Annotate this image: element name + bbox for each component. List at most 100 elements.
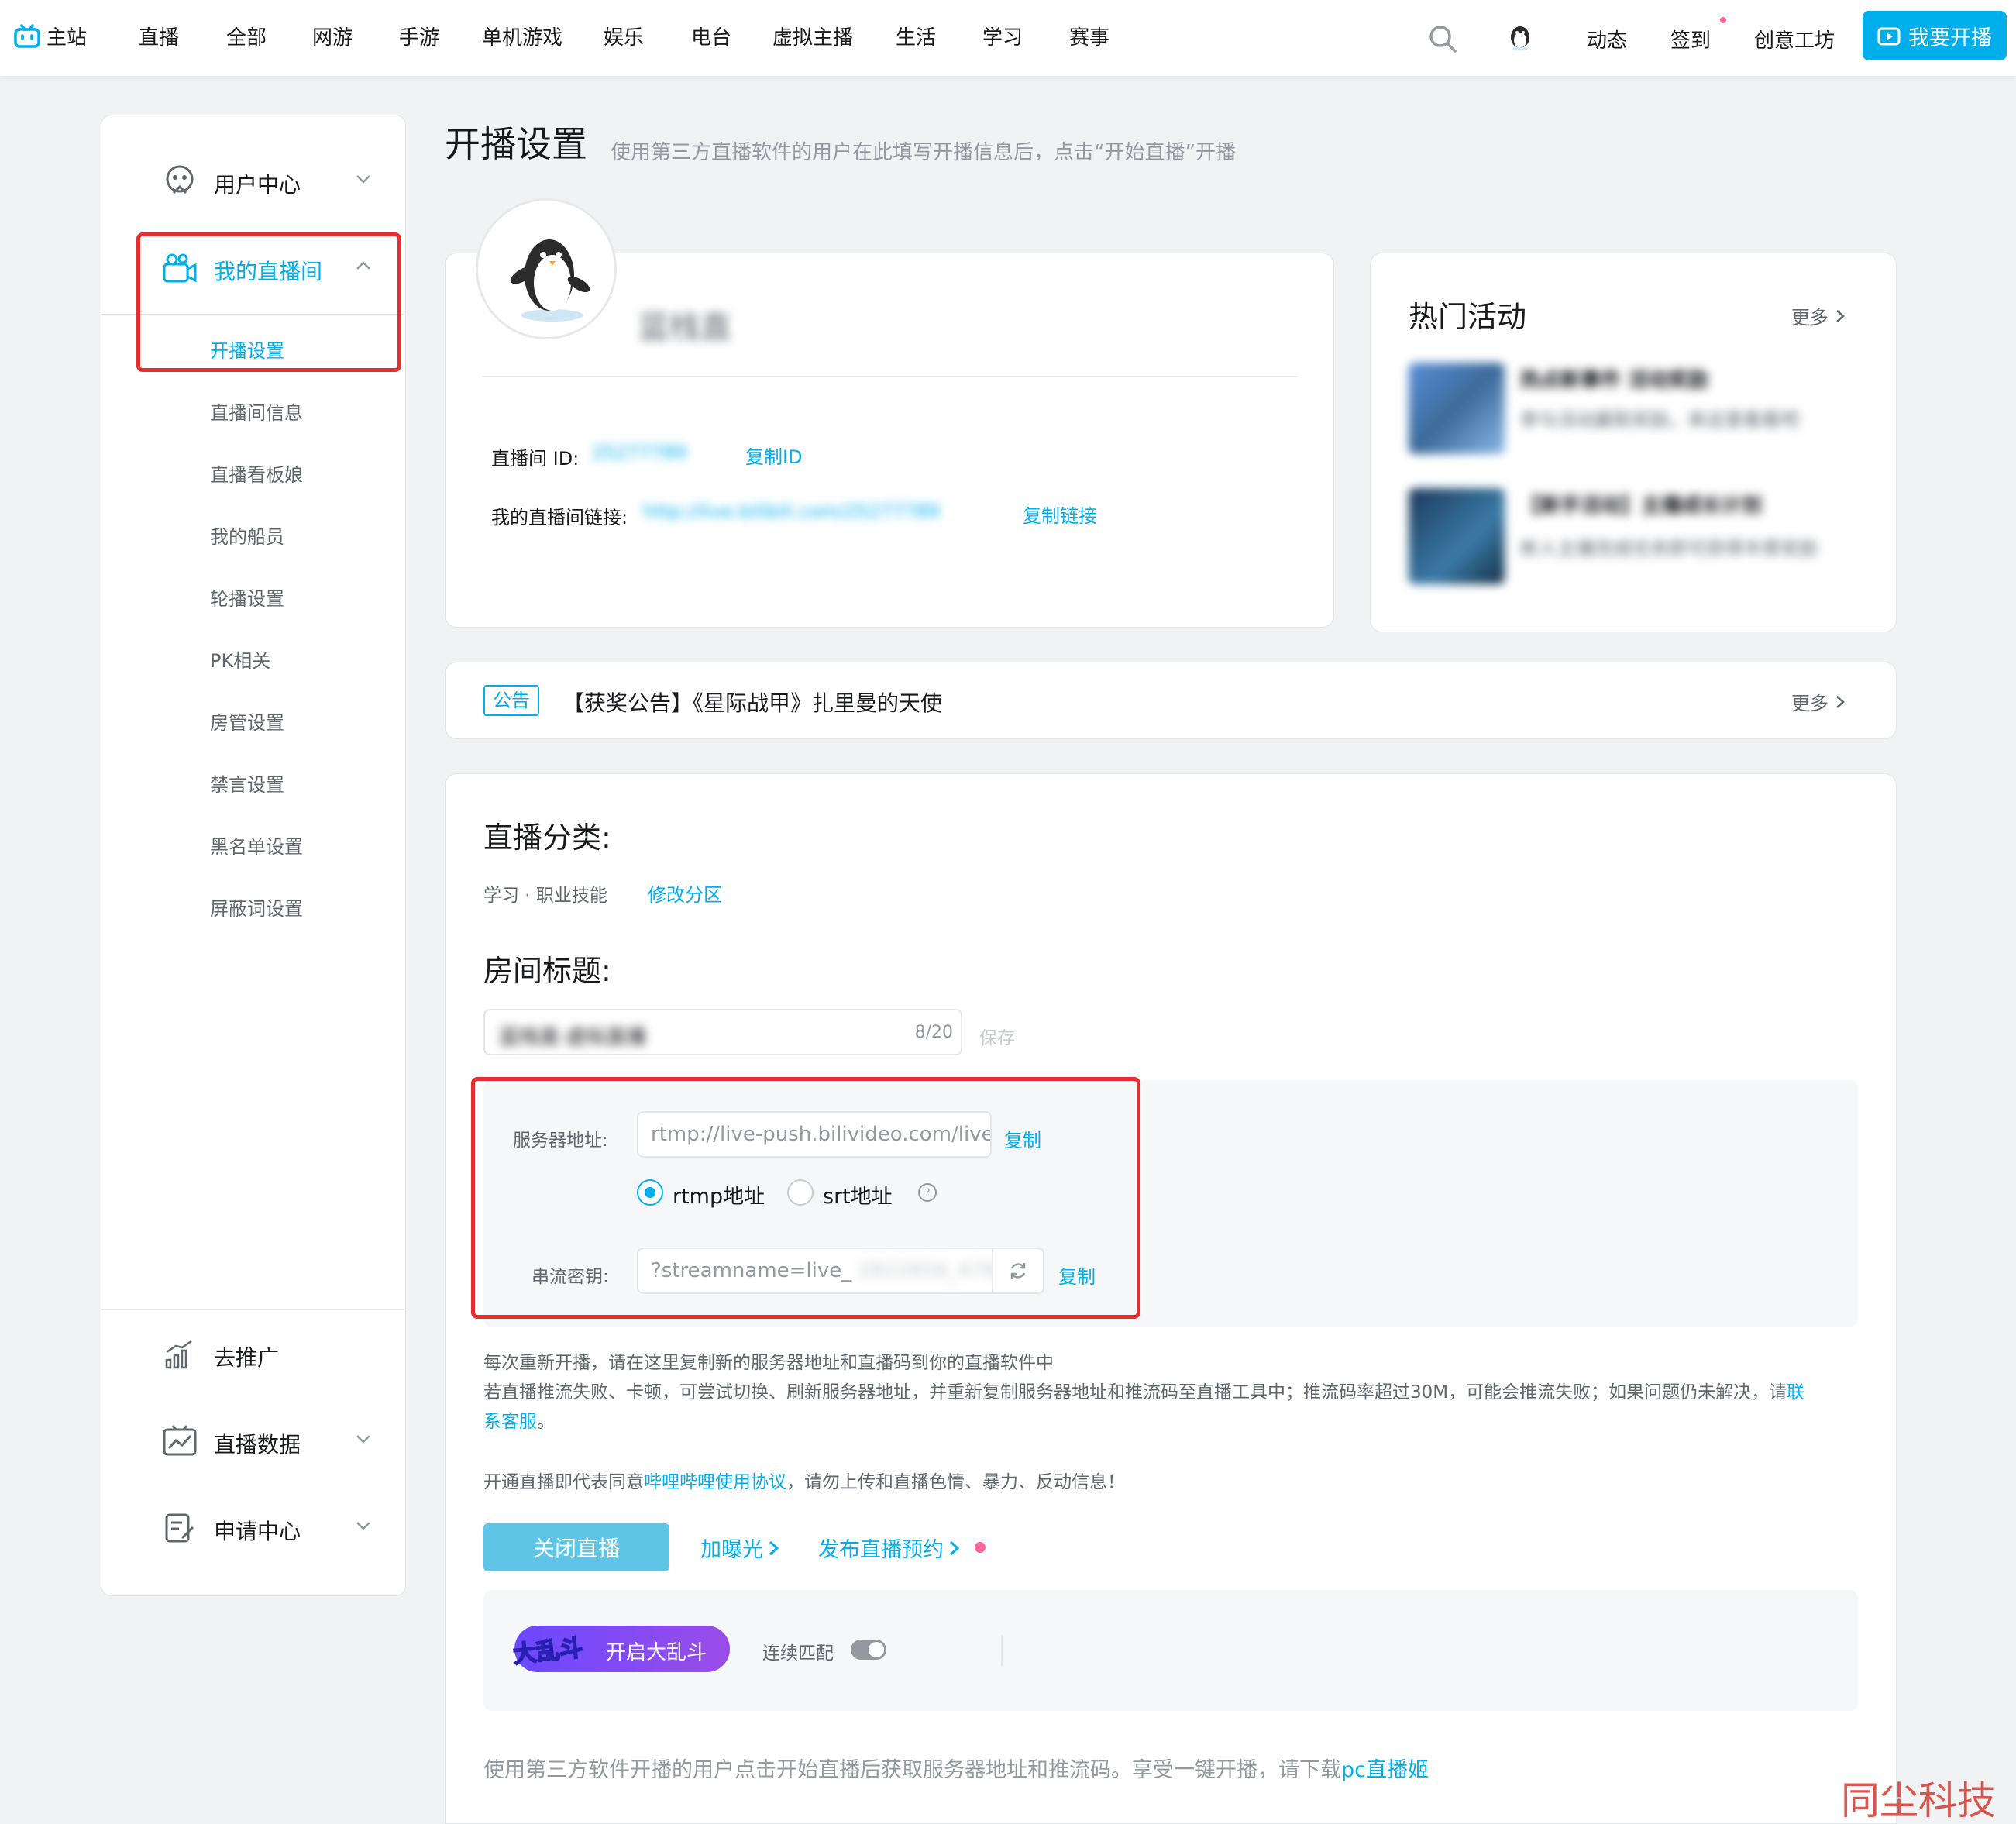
continuous-match-label: 连续匹配 bbox=[762, 1643, 834, 1664]
page-subtitle: 使用第三方直播软件的用户在此填写开播信息后，点击“开始直播”开播 bbox=[611, 141, 1236, 164]
sidebar-group-live-data[interactable]: 直播数据 bbox=[101, 1414, 405, 1468]
activity-thumbnail[interactable] bbox=[1409, 488, 1505, 584]
boost-label: 加曝光 bbox=[700, 1538, 763, 1562]
nav-item-esports[interactable]: 赛事 bbox=[1069, 22, 1109, 50]
sidebar-divider bbox=[101, 1309, 405, 1310]
notice-tag: 公告 bbox=[483, 685, 539, 716]
activity-desc: 新人主播完成任务即可获得丰厚奖励 bbox=[1520, 538, 1818, 559]
schedule-live-link[interactable]: 发布直播预约 bbox=[818, 1533, 961, 1563]
contact-support-link[interactable]: 系客服 bbox=[483, 1412, 537, 1432]
nav-sign-in[interactable]: 签到 bbox=[1670, 25, 1711, 53]
nav-item-single-player[interactable]: 单机游戏 bbox=[482, 22, 562, 50]
activity-title[interactable]: 热点新事件 活动奖励 bbox=[1520, 364, 1708, 393]
nav-creative-workshop[interactable]: 创意工坊 bbox=[1754, 25, 1835, 53]
nav-item-study[interactable]: 学习 bbox=[982, 22, 1023, 50]
title-char-count: 8/20 bbox=[914, 1023, 953, 1042]
rtmp-label[interactable]: rtmp地址 bbox=[673, 1179, 765, 1210]
camera-icon bbox=[163, 253, 197, 283]
sidebar-item-broadcast-settings[interactable]: 开播设置 bbox=[210, 336, 284, 363]
top-navigation-bar: 主站 直播 全部 网游 手游 单机游戏 娱乐 电台 虚拟主播 生活 学习 赛事 … bbox=[0, 0, 2016, 76]
chevron-down-icon bbox=[356, 175, 370, 184]
username: 蓝栈直 bbox=[638, 310, 731, 346]
user-face-icon bbox=[166, 165, 194, 194]
notice-more-link[interactable]: 更多 bbox=[1791, 688, 1846, 715]
sidebar-group-apply-center[interactable]: 申请中心 bbox=[101, 1501, 405, 1555]
sidebar-item-mascot[interactable]: 直播看板娘 bbox=[210, 459, 303, 487]
stream-key-input[interactable]: ?streamname=live_ 2822856_47878 bbox=[637, 1248, 1044, 1294]
help-question-icon[interactable]: ? bbox=[917, 1182, 937, 1203]
brawl-button-label: 开启大乱斗 bbox=[606, 1641, 707, 1664]
chevron-down-icon bbox=[356, 1522, 370, 1530]
copy-id-button[interactable]: 复制ID bbox=[745, 442, 803, 469]
footer-hint: 使用第三方软件开播的用户点击开始直播后获取服务器地址和推流码。享受一键开播，请下… bbox=[483, 1758, 1429, 1782]
sidebar-item-carousel[interactable]: 轮播设置 bbox=[210, 583, 284, 611]
nav-item-life[interactable]: 生活 bbox=[896, 22, 936, 50]
nav-item-radio[interactable]: 电台 bbox=[691, 22, 731, 50]
chevron-right-icon bbox=[1836, 309, 1845, 322]
save-title-button[interactable]: 保存 bbox=[979, 1023, 1015, 1049]
edit-category-link[interactable]: 修改分区 bbox=[648, 879, 722, 907]
copy-server-button[interactable]: 复制 bbox=[1004, 1125, 1041, 1152]
continuous-match-toggle[interactable] bbox=[851, 1640, 886, 1660]
sidebar-item-mute[interactable]: 禁言设置 bbox=[210, 769, 284, 797]
more-label: 更多 bbox=[1791, 307, 1829, 329]
copy-key-button[interactable]: 复制 bbox=[1058, 1261, 1096, 1289]
rtmp-radio[interactable] bbox=[637, 1179, 663, 1206]
srt-label[interactable]: srt地址 bbox=[823, 1179, 893, 1210]
room-title-input[interactable]: 蓝栈直·虚拟直播 8/20 bbox=[483, 1009, 962, 1055]
nav-item-online-games[interactable]: 网游 bbox=[312, 22, 353, 50]
help-text-block: 每次重新开播，请在这里复制新的服务器地址和直播码到你的直播软件中 若直播推流失败… bbox=[483, 1348, 1863, 1437]
nav-item-vtuber[interactable]: 虚拟主播 bbox=[772, 22, 853, 50]
sidebar-item-crew[interactable]: 我的船员 bbox=[210, 521, 284, 549]
sidebar-item-room-admin[interactable]: 房管设置 bbox=[210, 707, 284, 735]
data-screen-icon bbox=[163, 1425, 197, 1456]
svg-text:?: ? bbox=[924, 1187, 930, 1199]
contact-support-link[interactable]: 联 bbox=[1787, 1382, 1804, 1402]
sidebar-group-my-room[interactable]: 我的直播间 bbox=[101, 241, 405, 295]
sidebar-item-blacklist[interactable]: 黑名单设置 bbox=[210, 831, 303, 859]
search-icon[interactable] bbox=[1427, 23, 1458, 54]
stop-live-button[interactable]: 关闭直播 bbox=[483, 1523, 669, 1571]
more-label: 更多 bbox=[1791, 693, 1829, 714]
sidebar-group-promote[interactable]: 去推广 bbox=[101, 1327, 405, 1382]
go-live-button[interactable]: 我要开播 bbox=[1863, 11, 2007, 60]
hot-activities-more-link[interactable]: 更多 bbox=[1791, 302, 1846, 329]
boost-exposure-link[interactable]: 加曝光 bbox=[700, 1533, 780, 1563]
nav-item-entertainment[interactable]: 娱乐 bbox=[604, 22, 644, 50]
activity-desc: 参与活动赢取奖励，来这里看看吧 bbox=[1520, 409, 1799, 431]
start-brawl-button[interactable]: 大乱斗 开启大乱斗 bbox=[511, 1626, 730, 1672]
activity-thumbnail[interactable] bbox=[1409, 363, 1505, 454]
user-agreement-link[interactable]: 哔哩哔哩使用协议 bbox=[644, 1472, 786, 1492]
penguin-avatar-icon bbox=[510, 239, 590, 322]
nav-item-mobile-games[interactable]: 手游 bbox=[399, 22, 439, 50]
nav-dynamic[interactable]: 动态 bbox=[1587, 25, 1627, 53]
sidebar-item-room-info[interactable]: 直播间信息 bbox=[210, 397, 303, 425]
user-avatar-icon[interactable] bbox=[1506, 20, 1534, 51]
sidebar-item-pk[interactable]: PK相关 bbox=[210, 645, 270, 673]
stream-key-label: 串流密钥: bbox=[532, 1267, 609, 1287]
room-id-value: 25277789 bbox=[592, 442, 687, 463]
download-pc-live-link[interactable]: pc直播姬 bbox=[1341, 1758, 1429, 1782]
notice-text[interactable]: 【获奖公告】《星际战甲》扎里曼的天使 bbox=[562, 687, 942, 718]
room-link-label: 我的直播间链接: bbox=[491, 507, 628, 528]
sidebar-group-user-center[interactable]: 用户中心 bbox=[101, 154, 405, 208]
home-link[interactable]: 主站 bbox=[14, 22, 87, 50]
home-label: 主站 bbox=[46, 26, 88, 50]
notification-dot bbox=[1720, 17, 1726, 23]
stream-key-value: ?streamname=live_ bbox=[651, 1259, 852, 1282]
category-value: 学习 · 职业技能 bbox=[483, 886, 607, 906]
nav-item-all[interactable]: 全部 bbox=[226, 22, 267, 50]
sidebar-item-blocked-words[interactable]: 屏蔽词设置 bbox=[210, 893, 303, 921]
activity-title[interactable]: 【新手活动】主播成长计划 bbox=[1520, 490, 1762, 518]
help-line-1: 每次重新开播，请在这里复制新的服务器地址和直播码到你的直播软件中 bbox=[483, 1353, 1054, 1373]
avatar[interactable] bbox=[476, 198, 617, 339]
server-address-input[interactable]: rtmp://live-push.bilivideo.com/live-bvc/ bbox=[637, 1111, 992, 1158]
room-id-label: 直播间 ID: bbox=[491, 448, 580, 470]
brawl-logo: 大乱斗 bbox=[511, 1628, 585, 1669]
srt-radio[interactable] bbox=[787, 1179, 814, 1206]
nav-item-live[interactable]: 直播 bbox=[139, 22, 179, 50]
hot-activities-title: 热门活动 bbox=[1409, 300, 1527, 334]
refresh-key-button[interactable] bbox=[992, 1249, 1043, 1292]
copy-link-button[interactable]: 复制链接 bbox=[1023, 501, 1097, 528]
room-link-value[interactable]: http://live.bilibili.com/25277789 bbox=[643, 501, 940, 522]
